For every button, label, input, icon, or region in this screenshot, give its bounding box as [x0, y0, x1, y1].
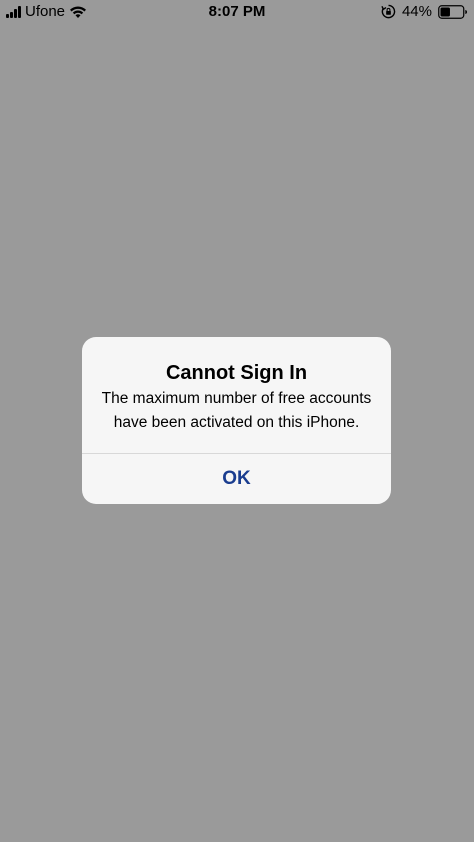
orientation-lock-icon	[381, 4, 396, 19]
alert-message-line: The maximum number of free accounts	[101, 390, 372, 407]
battery-percentage: 44%	[401, 3, 432, 20]
alert-body: Cannot Sign In The maximum number of fre…	[82, 337, 391, 431]
alert-dialog: Cannot Sign In The maximum number of fre…	[82, 337, 391, 504]
alert-message: The maximum number of free accounts have…	[82, 387, 391, 435]
ok-button[interactable]: OK	[82, 454, 391, 504]
battery-icon	[438, 4, 467, 19]
alert-message-line: have been activated on this iPhone.	[113, 414, 360, 431]
status-right: 44%	[381, 3, 468, 20]
status-bar: Ufone 8:07 PM 44%	[0, 0, 474, 24]
alert-title: Cannot Sign In	[165, 362, 308, 384]
